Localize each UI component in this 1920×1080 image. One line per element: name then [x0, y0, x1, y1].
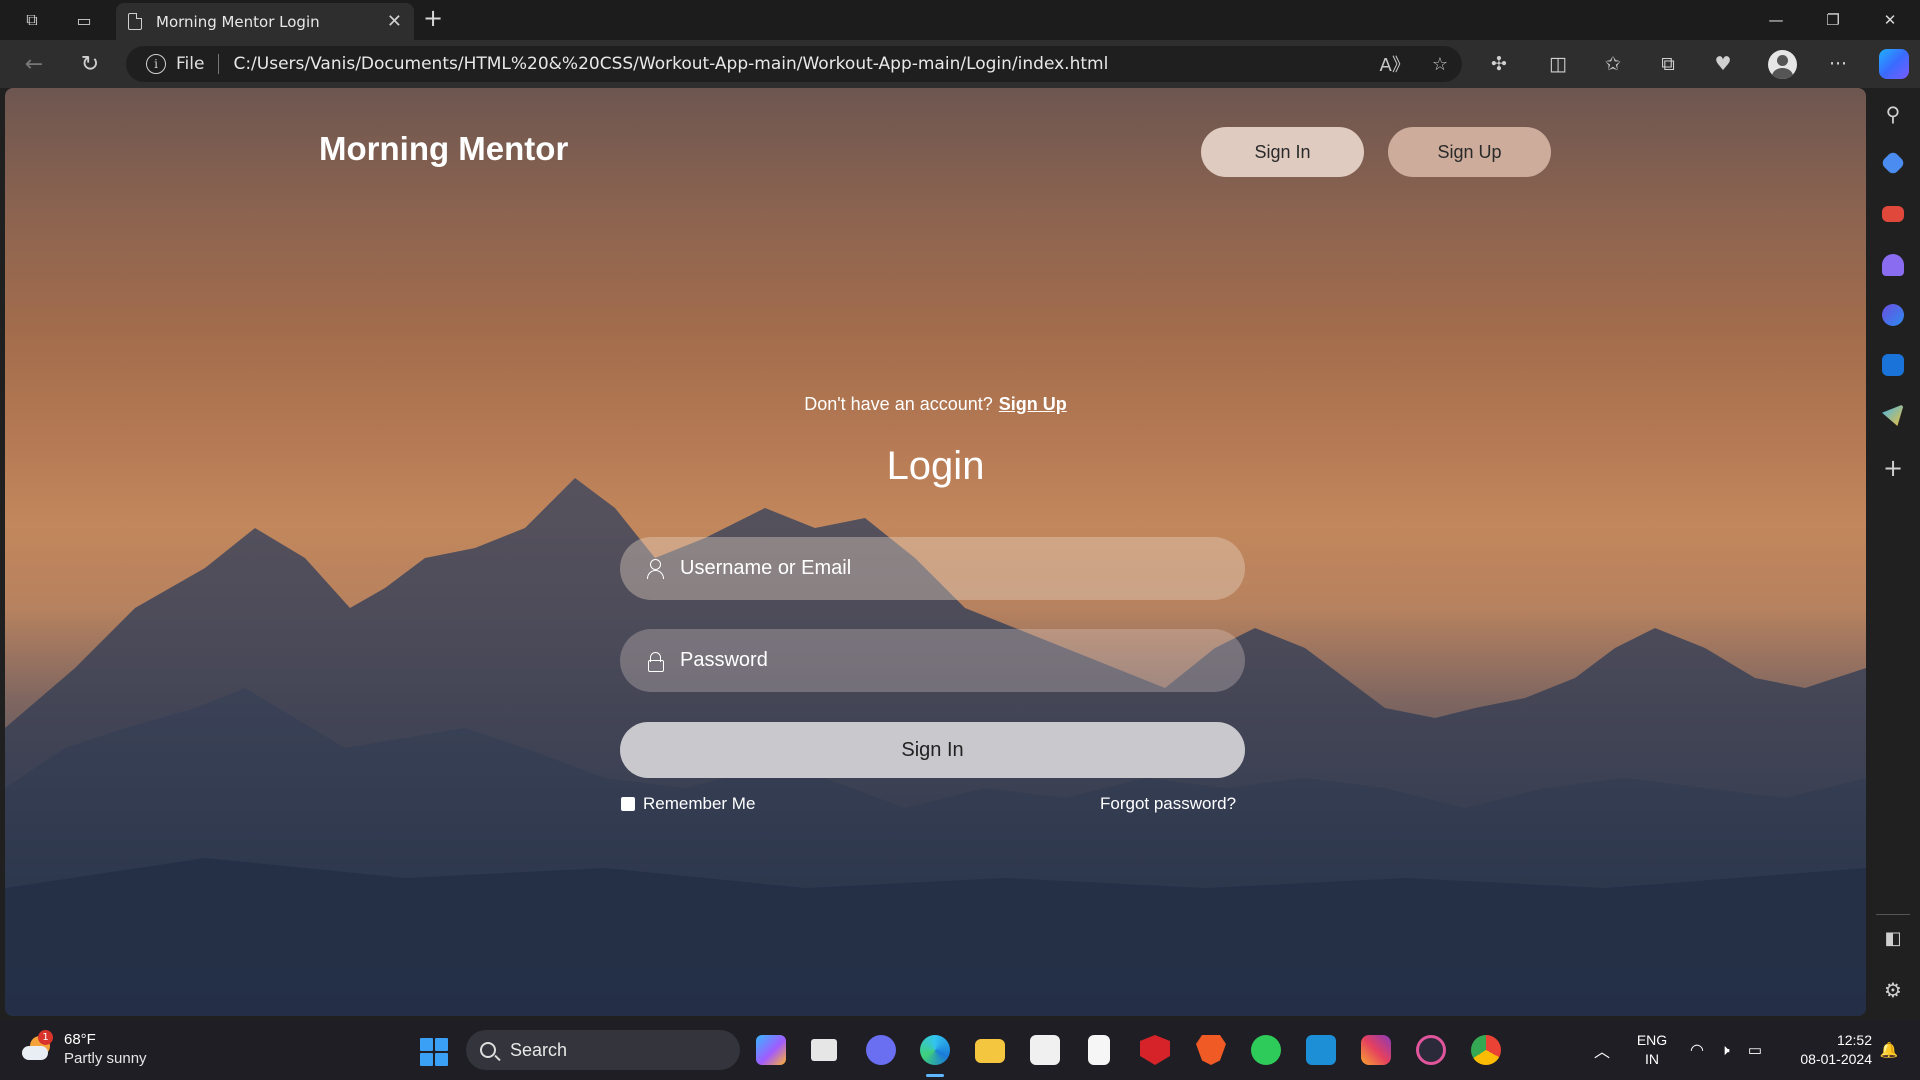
active-app-indicator [926, 1074, 944, 1077]
language-code: ENG [1636, 1032, 1668, 1048]
user-icon [644, 558, 666, 580]
header-sign-up-button[interactable]: Sign Up [1388, 127, 1551, 177]
weather-badge: 1 [38, 1030, 53, 1045]
read-aloud-icon[interactable]: A》 [1380, 51, 1410, 77]
mcafee-icon[interactable] [1140, 1035, 1170, 1065]
brave-icon[interactable] [1196, 1035, 1226, 1065]
favorites-icon[interactable]: ✩ [1597, 48, 1629, 80]
taskbar-search[interactable]: Search [466, 1030, 740, 1070]
remember-me[interactable]: Remember Me [621, 794, 755, 814]
teams-chat-icon[interactable] [866, 1035, 896, 1065]
battery-icon[interactable]: ▭ [1744, 1020, 1766, 1080]
login-heading: Login [886, 444, 985, 488]
browser-essentials-icon[interactable]: ♥ [1707, 48, 1739, 80]
windows-start-icon[interactable] [420, 1038, 448, 1066]
tab-actions-icon[interactable]: ▭ [64, 0, 104, 40]
lock-icon [644, 650, 666, 672]
signup-prompt: Don't have an account? Sign Up [5, 394, 1866, 415]
collections-icon[interactable]: ⧉ [1652, 48, 1684, 80]
media-player-icon[interactable] [1416, 1035, 1446, 1065]
partly-sunny-icon: 1 [20, 1030, 54, 1064]
sidebar-search-icon[interactable]: ⚲ [1878, 102, 1908, 126]
show-hidden-icons-chevron-icon[interactable]: ︿ [1590, 1020, 1614, 1080]
search-label: Search [510, 1039, 568, 1060]
weather-temperature: 68°F [64, 1031, 96, 1048]
favorite-star-icon[interactable]: ☆ [1432, 54, 1448, 75]
url-text[interactable]: C:/Users/Vanis/Documents/HTML%20&%20CSS/… [233, 54, 1108, 74]
minimize-icon[interactable]: — [1748, 0, 1804, 40]
weather-widget[interactable]: 1 68°F Partly sunny [20, 1030, 147, 1068]
signup-link[interactable]: Sign Up [999, 394, 1067, 414]
search-icon [480, 1042, 496, 1058]
edge-icon[interactable] [920, 1035, 950, 1065]
hide-sidebar-icon[interactable]: ◧ [1878, 928, 1908, 949]
site-info-icon[interactable]: i [146, 54, 166, 74]
file-explorer-icon[interactable] [975, 1039, 1005, 1063]
weather-text: 68°F Partly sunny [64, 1030, 147, 1068]
browser-tab-bar: ⧉ ▭ Morning Mentor Login ✕ + — ❐ ✕ [0, 0, 1920, 40]
tools-briefcase-icon[interactable] [1882, 206, 1904, 222]
copilot-icon[interactable] [1879, 49, 1909, 79]
add-sidebar-app-icon[interactable]: + [1878, 454, 1908, 482]
more-options-icon[interactable]: ··· [1822, 48, 1854, 80]
address-bar[interactable]: i File C:/Users/Vanis/Documents/HTML%20&… [126, 46, 1462, 82]
signup-prompt-text: Don't have an account? [804, 394, 993, 414]
clock[interactable]: 12:52 08-01-2024 [1782, 1020, 1872, 1080]
new-tab-icon[interactable]: + [423, 4, 443, 32]
volume-muted-icon[interactable]: 🕨 [1714, 1020, 1736, 1080]
refresh-icon[interactable]: ↻ [74, 48, 106, 80]
address-toolbar: ← ↻ i File C:/Users/Vanis/Documents/HTML… [0, 40, 1920, 88]
restore-icon[interactable]: ❐ [1805, 0, 1861, 40]
microsoft-365-icon[interactable] [1882, 304, 1904, 326]
password-field[interactable] [620, 629, 1245, 692]
sidebar-divider [1876, 914, 1910, 915]
prime-video-icon[interactable] [1306, 1035, 1336, 1065]
workspaces-icon[interactable]: ⧉ [12, 0, 52, 40]
whatsapp-icon[interactable] [1251, 1035, 1281, 1065]
drop-send-icon[interactable] [1882, 404, 1904, 426]
windows-taskbar: 1 68°F Partly sunny Search ︿ ENG IN ◠ 🕨 … [0, 1020, 1920, 1080]
page-icon [128, 13, 142, 30]
page-viewport: Morning Mentor Sign In Sign Up Don't hav… [5, 88, 1866, 1016]
username-input[interactable] [680, 557, 1220, 580]
sidebar-settings-icon[interactable]: ⚙ [1878, 978, 1908, 1002]
weather-condition: Partly sunny [64, 1050, 147, 1067]
remember-me-checkbox[interactable] [621, 797, 635, 811]
browser-tab[interactable]: Morning Mentor Login ✕ [116, 3, 414, 40]
password-input[interactable] [680, 649, 1220, 672]
window-close-icon[interactable]: ✕ [1862, 0, 1918, 40]
address-separator [218, 54, 220, 74]
back-icon[interactable]: ← [18, 48, 50, 80]
outlook-icon[interactable] [1882, 354, 1904, 376]
shopping-tag-icon[interactable] [1880, 150, 1906, 176]
username-field[interactable] [620, 537, 1245, 600]
extensions-icon[interactable]: ✣ [1483, 48, 1515, 80]
chrome-icon[interactable] [1471, 1035, 1501, 1065]
region-code: IN [1645, 1051, 1659, 1067]
brand-logo[interactable]: Morning Mentor [319, 130, 568, 168]
games-icon[interactable] [1882, 254, 1904, 276]
profile-avatar[interactable] [1768, 50, 1797, 79]
sign-in-submit-button[interactable]: Sign In [620, 722, 1245, 778]
clock-date: 08-01-2024 [1800, 1051, 1872, 1067]
forgot-password-link[interactable]: Forgot password? [1100, 794, 1236, 814]
language-indicator[interactable]: ENG IN [1632, 1020, 1672, 1080]
copilot-taskbar-icon[interactable] [756, 1035, 786, 1065]
tab-title: Morning Mentor Login [156, 12, 320, 31]
clock-time: 12:52 [1836, 1032, 1872, 1048]
remember-me-label: Remember Me [643, 794, 756, 813]
address-actions: A》 ☆ [1380, 46, 1448, 82]
notification-bell-icon[interactable]: 🔔 [1878, 1020, 1900, 1080]
scheme-label: File [176, 54, 205, 74]
notepad-icon[interactable] [1088, 1035, 1110, 1065]
task-view-icon[interactable] [811, 1039, 837, 1061]
wifi-icon[interactable]: ◠ [1686, 1020, 1708, 1080]
header-sign-in-button[interactable]: Sign In [1201, 127, 1364, 177]
edge-sidebar: ⚲ + ◧ ⚙ [1866, 88, 1920, 1018]
microsoft-store-icon[interactable] [1030, 1035, 1060, 1065]
close-tab-icon[interactable]: ✕ [387, 11, 402, 32]
cloud-shape [22, 1046, 48, 1060]
instagram-icon[interactable] [1361, 1035, 1391, 1065]
split-screen-icon[interactable]: ◫ [1542, 48, 1574, 80]
